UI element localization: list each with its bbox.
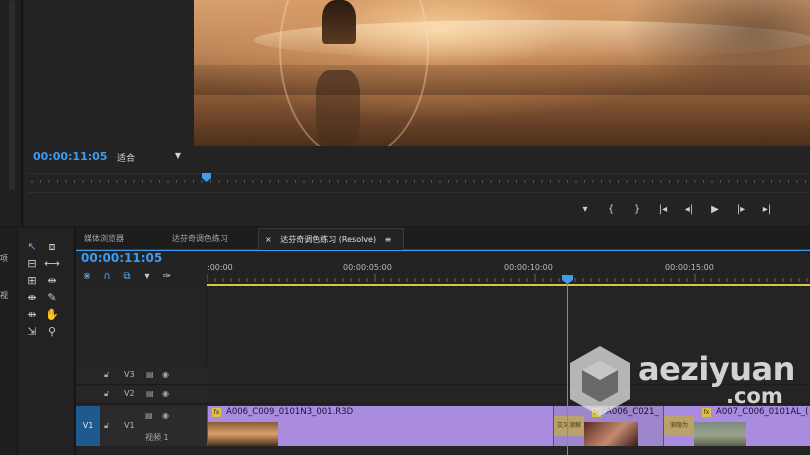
video-reflection [316, 70, 360, 146]
fx-badge: fx [212, 408, 221, 417]
project-panel-label: 项 [0, 254, 8, 263]
rate-stretch-icon[interactable]: ⊞ [24, 274, 40, 288]
clip-thumbnail [694, 422, 746, 446]
eye-icon[interactable]: ◉ [162, 411, 169, 420]
clip-thumbnail [208, 422, 278, 446]
fit-dropdown[interactable]: 适合 ▼ [117, 151, 183, 164]
fit-dropdown-value: 适合 [117, 154, 136, 164]
tab-sequence-active[interactable]: × 达芬奇调色练习 (Resolve) ≡ [258, 228, 404, 250]
selection-tool-icon[interactable]: ↖ [24, 240, 40, 254]
mark-out-icon[interactable]: } [624, 201, 650, 219]
clip[interactable]: fx A006_C009_0101N3_001.R3D [207, 406, 553, 446]
go-to-out-icon[interactable]: ▸| [754, 201, 780, 219]
video-silhouette [322, 0, 356, 44]
hand-icon[interactable]: ✋ [44, 308, 60, 322]
track-select-icon[interactable]: ⧈ [44, 240, 60, 254]
transition-fade[interactable]: 渐隐为 [664, 416, 694, 436]
track-header-area [76, 288, 207, 366]
lock-icon[interactable]: 🔓︎ [104, 370, 109, 380]
work-area-bar[interactable] [207, 284, 810, 286]
program-monitor-time-ruler[interactable] [28, 173, 808, 193]
eye-icon[interactable]: ◉ [162, 370, 169, 379]
slip-icon[interactable]: ⇼ [24, 291, 40, 305]
track-header-v3[interactable]: 🔓︎ V3 ▤ ◉ [76, 367, 207, 385]
tab-media-browser[interactable]: 媒体浏览器 [84, 228, 124, 250]
clip[interactable]: 渐隐为 fx A007_C006_0101AL_( [663, 406, 810, 446]
watermark-logo [570, 346, 630, 416]
linked-selection-icon[interactable]: ⧉ [120, 270, 134, 284]
timeline-tabs: 媒体浏览器 达芬奇调色练习 × 达芬奇调色练习 (Resolve) ≡ [76, 228, 810, 250]
close-icon[interactable]: × [265, 235, 272, 244]
clip-name: A006_C009_0101N3_001.R3D [226, 407, 354, 417]
wrench-icon[interactable]: ✑ [160, 270, 174, 284]
clip-thumbnail [584, 422, 638, 446]
project-panel-scrollbar[interactable] [9, 0, 15, 190]
eye-icon[interactable]: ◉ [162, 389, 169, 398]
add-marker-icon[interactable]: ▾ [140, 270, 154, 284]
program-timecode[interactable]: 00:00:11:05 [33, 150, 107, 163]
go-to-in-icon[interactable]: |◂ [650, 201, 676, 219]
marker-icon[interactable]: ▾ [572, 201, 598, 219]
fx-badge: fx [702, 408, 711, 417]
lock-icon[interactable]: 🔓︎ [104, 389, 109, 399]
step-forward-icon[interactable]: |▸ [728, 201, 754, 219]
razor-icon[interactable]: ⇹ [44, 274, 60, 288]
timeline-toolbar: ⋇ ∩ ⧉ ▾ ✑ [80, 270, 210, 284]
panel-menu-icon[interactable]: ≡ [385, 235, 392, 244]
program-monitor-video-frame [194, 0, 810, 146]
timeline-timecode[interactable]: 00:00:11:05 [81, 251, 162, 265]
pen-icon[interactable]: ✎ [44, 291, 60, 305]
chevron-down-icon: ▼ [174, 151, 181, 160]
transport-controls: ▾ { } |◂ ◂| ▶ |▸ ▸| [572, 201, 780, 219]
ruler-ticks [207, 274, 808, 282]
track-select-forward-icon[interactable]: ⇲ [24, 325, 40, 339]
zoom-icon[interactable]: ⚲ [44, 325, 60, 339]
track-name: V2 [124, 389, 135, 398]
project-panel-label: 视 [0, 291, 8, 300]
watermark-suffix: .com [726, 384, 783, 408]
track-header-v2[interactable]: 🔓︎ V2 ▤ ◉ [76, 386, 207, 404]
sync-lock-icon[interactable]: ▤ [145, 411, 153, 420]
step-back-icon[interactable]: ◂| [676, 201, 702, 219]
tab-sequence-active-label: 达芬奇调色练习 (Resolve) [280, 235, 377, 244]
mark-in-icon[interactable]: { [598, 201, 624, 219]
track-label: 视频 1 [145, 433, 169, 442]
nest-icon[interactable]: ⋇ [80, 270, 94, 284]
slide-icon[interactable]: ⇻ [24, 308, 40, 322]
lock-icon[interactable]: 🔓︎ [104, 421, 109, 431]
watermark-text: aeziyuan [638, 350, 795, 388]
ripple-edit-icon[interactable]: ⊟ [24, 257, 40, 271]
snap-icon[interactable]: ∩ [100, 270, 114, 284]
timeline-time-ruler[interactable]: :00:00 00:00:05:00 00:00:10:00 00:00:15:… [207, 258, 810, 286]
transition-cross-dissolve[interactable]: 交叉溶解 [554, 416, 584, 436]
sync-lock-icon[interactable]: ▤ [146, 389, 154, 398]
track-name: V1 [124, 421, 135, 430]
rolling-edit-icon[interactable]: ⟷ [44, 257, 60, 271]
clip-name: A007_C006_0101AL_( [716, 407, 809, 417]
source-patch-v1[interactable]: V1 [76, 406, 100, 446]
sync-lock-icon[interactable]: ▤ [146, 370, 154, 379]
track-lane-v2[interactable] [207, 386, 810, 404]
play-icon[interactable]: ▶ [702, 201, 728, 219]
track-name: V3 [124, 370, 135, 379]
tab-sequence[interactable]: 达芬奇调色练习 [172, 228, 228, 250]
video-overlay-hair [624, 0, 810, 100]
project-panel-edge-lower: 项 视 [0, 228, 18, 455]
